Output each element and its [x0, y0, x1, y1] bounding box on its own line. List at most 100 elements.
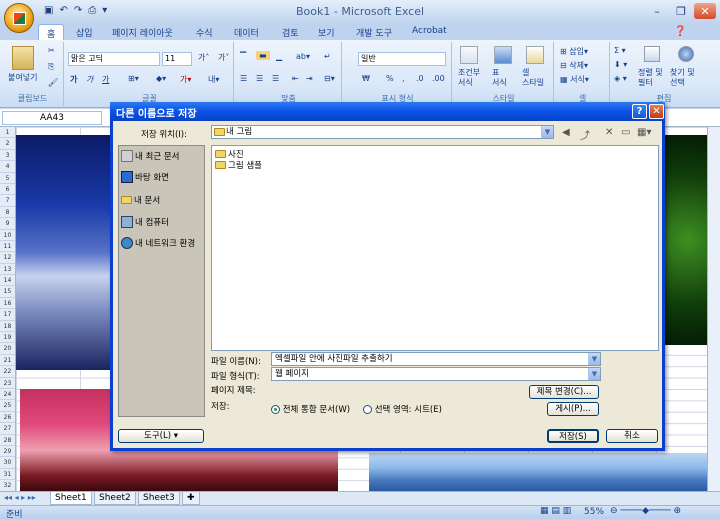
align-bottom-icon[interactable]: ▁: [276, 52, 282, 61]
save-button[interactable]: 저장(S): [547, 429, 599, 443]
sheet-tab-1[interactable]: Sheet1: [50, 492, 92, 505]
row-header[interactable]: 20: [0, 343, 15, 355]
cut-icon[interactable]: ✂: [48, 46, 55, 55]
place-my-computer[interactable]: 내 컴퓨터: [121, 216, 169, 228]
conditional-format-button[interactable]: 조건부 서식: [458, 68, 480, 88]
format-as-table-icon[interactable]: [494, 46, 512, 64]
dialog-close-button[interactable]: ✕: [649, 104, 664, 119]
row-header[interactable]: 12: [0, 252, 15, 264]
find-select-button[interactable]: 찾기 및 선택: [670, 68, 695, 88]
row-header[interactable]: 6: [0, 184, 15, 196]
row-header[interactable]: 25: [0, 400, 15, 412]
tab-review[interactable]: 검토: [282, 24, 299, 40]
cell-styles-icon[interactable]: [526, 46, 544, 64]
place-desktop[interactable]: 바탕 화면: [121, 171, 169, 183]
font-size-combo[interactable]: 11: [162, 52, 192, 66]
chevron-down-icon[interactable]: ▼: [588, 353, 600, 365]
increase-decimal-icon[interactable]: .0: [416, 74, 424, 83]
copy-icon[interactable]: ⎘: [48, 62, 54, 72]
conditional-format-icon[interactable]: [460, 46, 478, 64]
merge-center-icon[interactable]: ⊟▾: [324, 74, 335, 83]
delete-cells-button[interactable]: ⊟ 삭제▾: [560, 60, 588, 71]
decrease-indent-icon[interactable]: ⇤: [292, 74, 299, 83]
name-box[interactable]: AA43: [2, 111, 102, 125]
row-header[interactable]: 17: [0, 309, 15, 321]
sheet-tab-2[interactable]: Sheet2: [94, 492, 136, 505]
row-header[interactable]: 21: [0, 355, 15, 367]
align-top-icon[interactable]: ▔: [240, 52, 246, 61]
border-icon[interactable]: ⊞▾: [128, 74, 139, 83]
restore-icon[interactable]: ❐: [670, 3, 692, 19]
row-header[interactable]: 18: [0, 321, 15, 333]
row-header[interactable]: 23: [0, 378, 15, 389]
row-header[interactable]: 31: [0, 469, 15, 481]
clear-icon[interactable]: ◈ ▾: [614, 74, 627, 83]
help-icon[interactable]: ❓: [674, 24, 686, 40]
row-header[interactable]: 14: [0, 275, 15, 287]
row-header[interactable]: 24: [0, 389, 15, 401]
row-header[interactable]: 3: [0, 150, 15, 162]
row-header[interactable]: 11: [0, 241, 15, 253]
row-header[interactable]: 15: [0, 286, 15, 298]
place-recent[interactable]: 내 최근 문서: [121, 150, 180, 162]
tab-view[interactable]: 보기: [318, 24, 335, 40]
tools-button[interactable]: 도구(L) ▾: [118, 429, 204, 443]
align-center-icon[interactable]: ☰: [256, 74, 263, 83]
insert-cells-button[interactable]: ⊞ 삽입▾: [560, 46, 588, 57]
zoom-slider[interactable]: ⊖ ────◆──── ⊕: [610, 506, 681, 516]
picture-green-leaves[interactable]: [658, 135, 707, 345]
tab-formulas[interactable]: 수식: [196, 24, 213, 40]
new-folder-icon[interactable]: ▭: [621, 127, 630, 138]
place-my-documents[interactable]: 내 문서: [121, 194, 160, 206]
cancel-button[interactable]: 취소: [606, 429, 658, 443]
filename-input[interactable]: 엑셀파일 안에 사진파일 추출하기 ▼: [271, 352, 601, 366]
sheet-tab-3[interactable]: Sheet3: [138, 492, 180, 505]
list-item[interactable]: 그림 샘플: [215, 159, 262, 171]
fill-color-icon[interactable]: ◆▾: [156, 74, 166, 83]
delete-icon[interactable]: ✕: [605, 127, 613, 138]
wrap-text-icon[interactable]: ↵: [324, 52, 331, 61]
sort-filter-button[interactable]: 정렬 및 필터: [638, 68, 663, 88]
font-color-icon[interactable]: 가▾: [180, 74, 191, 85]
orientation-icon[interactable]: ab▾: [296, 52, 310, 61]
paste-button[interactable]: 붙여넣기: [8, 72, 37, 83]
row-header[interactable]: 29: [0, 446, 15, 458]
row-header[interactable]: 8: [0, 207, 15, 219]
align-left-icon[interactable]: ☰: [240, 74, 247, 83]
radio-unselected-icon[interactable]: [363, 405, 372, 414]
vertical-scrollbar[interactable]: [707, 127, 720, 491]
chevron-down-icon[interactable]: ▼: [588, 368, 600, 380]
row-header[interactable]: 16: [0, 298, 15, 310]
row-header[interactable]: 4: [0, 161, 15, 173]
zoom-level[interactable]: 55%: [584, 507, 604, 517]
align-right-icon[interactable]: ☰: [272, 74, 279, 83]
picture-blue-mountains[interactable]: [369, 453, 707, 491]
row-header[interactable]: 7: [0, 195, 15, 207]
tab-developer[interactable]: 개발 도구: [356, 24, 392, 40]
row-header[interactable]: 22: [0, 366, 15, 378]
format-cells-button[interactable]: ▦ 서식▾: [560, 74, 589, 85]
comma-button[interactable]: ,: [402, 74, 405, 83]
bold-button[interactable]: 가: [70, 74, 77, 85]
views-icon[interactable]: ▦▾: [637, 127, 651, 138]
tab-insert[interactable]: 삽입: [76, 24, 93, 40]
tab-page-layout[interactable]: 페이지 레이아웃: [112, 24, 173, 40]
change-title-button[interactable]: 제목 변경(C)...: [529, 385, 599, 399]
italic-button[interactable]: 가: [86, 74, 93, 85]
tab-acrobat[interactable]: Acrobat: [412, 24, 447, 40]
help-button[interactable]: ?: [632, 104, 647, 119]
save-in-combo[interactable]: 내 그림 ▼: [211, 125, 554, 139]
cell-styles-button[interactable]: 셀 스타일: [522, 68, 544, 88]
row-header[interactable]: 26: [0, 412, 15, 424]
minimize-icon[interactable]: –: [646, 3, 668, 19]
publish-button[interactable]: 게시(P)...: [547, 402, 599, 416]
place-network[interactable]: 내 네트워크 환경: [121, 237, 195, 249]
up-folder-icon[interactable]: ⤴: [580, 127, 590, 142]
sheet-nav-icons[interactable]: ◂◂ ◂ ▸ ▸▸: [4, 493, 36, 502]
tab-home[interactable]: 홈: [38, 24, 65, 40]
filetype-select[interactable]: 웹 페이지 ▼: [271, 367, 601, 381]
fill-icon[interactable]: ⬇ ▾: [614, 60, 627, 69]
number-format-combo[interactable]: 일반: [358, 52, 446, 66]
currency-button[interactable]: ₩: [362, 74, 370, 83]
row-header[interactable]: 2: [0, 138, 15, 150]
